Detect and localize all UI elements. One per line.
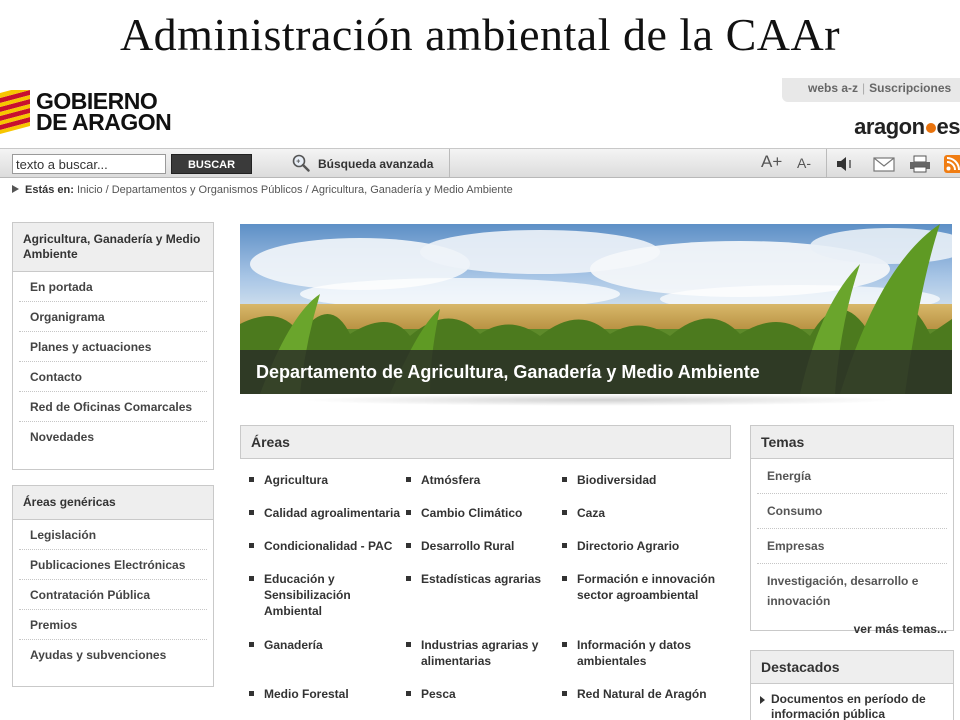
area-link-caza[interactable]: Caza [562, 505, 722, 521]
menu-item-publicaciones[interactable]: Publicaciones Electrónicas [19, 550, 207, 580]
advanced-search-link[interactable]: + Búsqueda avanzada [292, 154, 433, 174]
search-input[interactable] [12, 154, 166, 174]
area-link-pesca[interactable]: Pesca [406, 686, 556, 702]
area-link-desarrollo-rural[interactable]: Desarrollo Rural [406, 538, 556, 554]
generic-areas-menu: Áreas genéricas Legislación Publicacione… [12, 485, 214, 687]
destacados-box: Destacados Documentos en período de info… [750, 650, 954, 720]
slide-title: Administración ambiental de la CAAr [119, 9, 841, 60]
advanced-search-label: Búsqueda avanzada [318, 157, 434, 171]
print-icon[interactable] [909, 155, 931, 173]
destacados-title: Destacados [751, 651, 953, 684]
webs-az-link[interactable]: webs a-z [808, 81, 858, 95]
area-link-estadisticas[interactable]: Estadísticas agrarias [406, 571, 556, 587]
breadcrumb-separator: / [305, 184, 309, 196]
portal-logo-b: es [936, 114, 960, 139]
aragon-flag-icon [0, 90, 34, 134]
browser-screenshot: GOBIERNO DE ARAGON webs a-z | Suscripcione… [0, 76, 960, 720]
aragon-es-logo[interactable]: aragon es [854, 114, 960, 140]
temas-box: Temas Energía Consumo Empresas Investiga… [750, 425, 954, 636]
rss-icon[interactable] [944, 155, 960, 173]
area-link-industrias[interactable]: Industrias agrarias y alimentarias [406, 637, 551, 669]
tema-link-empresas[interactable]: Empresas [757, 529, 947, 564]
area-link-ganaderia[interactable]: Ganadería [249, 637, 399, 653]
banner-shadow [300, 394, 900, 406]
area-link-educacion[interactable]: Educación y Sensibilización Ambiental [249, 571, 374, 619]
banner-caption: Departamento de Agricultura, Ganadería y… [240, 350, 952, 394]
area-link-calidad[interactable]: Calidad agroalimentaria [249, 505, 407, 521]
area-link-atmosfera[interactable]: Atmósfera [406, 472, 556, 488]
breadcrumb-item[interactable]: Agricultura, Ganadería y Medio Ambiente [312, 184, 513, 196]
suscripciones-link[interactable]: Suscripciones [869, 81, 951, 95]
areas-title: Áreas [240, 425, 731, 459]
department-banner: Departamento de Agricultura, Ganadería y… [240, 224, 952, 394]
destacado-link-documentos[interactable]: Documentos en período de información púb… [751, 684, 953, 720]
area-link-agricultura[interactable]: Agricultura [249, 472, 399, 488]
area-link-cambio-climatico[interactable]: Cambio Climático [406, 505, 556, 521]
area-link-condicionalidad[interactable]: Condicionalidad - PAC [249, 538, 399, 554]
magnifier-icon: + [292, 154, 310, 172]
area-link-red-natural[interactable]: Red Natural de Aragón [562, 686, 722, 702]
breadcrumb-item[interactable]: Departamentos y Organismos Públicos [112, 184, 303, 196]
breadcrumb-separator: / [105, 184, 109, 196]
ver-mas-temas-link[interactable]: ver más temas... [751, 618, 953, 644]
portal-logo-dot-icon [925, 123, 936, 133]
toplinks-separator: | [862, 81, 866, 95]
area-link-directorio-agrario[interactable]: Directorio Agrario [562, 538, 722, 554]
menu-item-red-oficinas[interactable]: Red de Oficinas Comarcales [19, 392, 207, 422]
speaker-icon[interactable] [836, 155, 858, 173]
mail-icon[interactable] [873, 155, 895, 173]
toolbar-divider [826, 149, 827, 177]
area-link-formacion[interactable]: Formación e innovación sector agroambien… [562, 571, 722, 603]
menu-item-legislacion[interactable]: Legislación [19, 520, 207, 550]
breadcrumb-arrow-icon [12, 185, 19, 193]
menu-item-en-portada[interactable]: En portada [19, 272, 207, 302]
tema-link-consumo[interactable]: Consumo [757, 494, 947, 529]
toolbar-divider [449, 149, 450, 177]
font-increase-button[interactable]: A+ [761, 152, 782, 172]
breadcrumb: Estás en: Inicio / Departamentos y Organis… [12, 184, 513, 196]
search-button[interactable]: BUSCAR [171, 154, 252, 174]
menu-item-novedades[interactable]: Novedades [19, 422, 207, 452]
menu-item-organigrama[interactable]: Organigrama [19, 302, 207, 332]
menu-item-premios[interactable]: Premios [19, 610, 207, 640]
breadcrumb-label: Estás en: [25, 184, 74, 196]
generic-areas-title: Áreas genéricas [13, 486, 213, 520]
breadcrumb-item[interactable]: Inicio [77, 184, 103, 196]
menu-item-contratacion[interactable]: Contratación Pública [19, 580, 207, 610]
tema-link-investigacion[interactable]: Investigación, desarrollo e innovación [757, 564, 947, 618]
area-link-informacion[interactable]: Información y datos ambientales [562, 637, 722, 669]
menu-item-ayudas[interactable]: Ayudas y subvenciones [19, 640, 207, 670]
font-decrease-button[interactable]: A- [797, 155, 811, 171]
department-menu-title[interactable]: Agricultura, Ganadería y Medio Ambiente [13, 223, 213, 272]
temas-title: Temas [751, 426, 953, 459]
logo-line2: DE ARAGON [36, 109, 172, 135]
portal-logo-a: aragon [854, 114, 925, 139]
gobierno-aragon-logo[interactable]: GOBIERNO DE ARAGON [0, 90, 180, 134]
search-toolbar: BUSCAR + Búsqueda avanzada A+ A- [0, 148, 960, 178]
area-link-biodiversidad[interactable]: Biodiversidad [562, 472, 722, 488]
svg-text:+: + [296, 159, 300, 166]
menu-item-contacto[interactable]: Contacto [19, 362, 207, 392]
tema-link-energia[interactable]: Energía [757, 459, 947, 494]
menu-item-planes[interactable]: Planes y actuaciones [19, 332, 207, 362]
top-links: webs a-z | Suscripciones [782, 78, 960, 102]
area-link-medio-forestal[interactable]: Medio Forestal [249, 686, 399, 702]
department-menu: Agricultura, Ganadería y Medio Ambiente … [12, 222, 214, 470]
